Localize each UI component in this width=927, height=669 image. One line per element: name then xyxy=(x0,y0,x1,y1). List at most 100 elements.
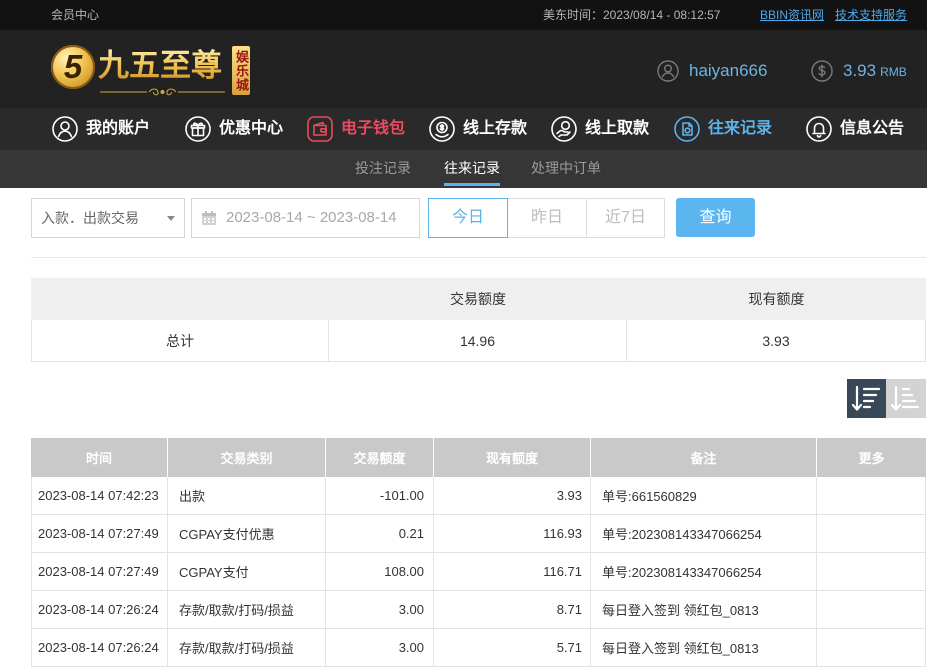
cell-remark: 单号:202308143347066254 xyxy=(591,553,817,590)
nav-item-online-deposit[interactable]: 线上存款 xyxy=(429,108,527,150)
member-center-link[interactable]: 会员中心 xyxy=(51,0,99,30)
cell-balance: 5.71 xyxy=(434,629,591,666)
period-last-7-days-button[interactable]: 近7日 xyxy=(586,198,665,238)
logo-name[interactable]: 九五至尊 xyxy=(98,47,222,85)
records-icon xyxy=(674,116,700,142)
nav-item-e-wallet[interactable]: 电子钱包 xyxy=(307,108,405,150)
summary-table: 交易额度 现有额度 总计 14.96 3.93 xyxy=(31,278,926,362)
column-header-time: 时间 xyxy=(31,438,168,477)
nav-item-transaction-records[interactable]: 往来记录 xyxy=(674,108,772,150)
user-circle-icon xyxy=(657,60,679,82)
cell-type: 存款/取款/打码/损益 xyxy=(168,591,326,628)
top-bar: 会员中心 美东时间：2023/08/14 - 08:12:57 BBIN资讯网 … xyxy=(0,0,927,30)
table-row: 2023-08-14 07:27:49 CGPAY支付 108.00 116.7… xyxy=(31,553,926,591)
summary-total-amount: 14.96 xyxy=(329,320,627,361)
main-nav: 我的账户 优惠中心 电子钱包 线上存款 线上取款 往来记录 信息公告 xyxy=(0,108,927,150)
sort-asc-icon xyxy=(890,385,920,411)
username[interactable]: haiyan666 xyxy=(689,59,767,83)
cell-time: 2023-08-14 07:26:24 xyxy=(31,629,168,666)
cell-type: CGPAY支付 xyxy=(168,553,326,590)
balance-value: 3.93 xyxy=(843,61,877,80)
table-row: 2023-08-14 07:26:24 存款/取款/打码/损益 3.00 8.7… xyxy=(31,591,926,629)
support-link[interactable]: 技术支持服务 xyxy=(835,0,907,30)
column-header-balance: 现有额度 xyxy=(434,438,591,477)
balance: 3.93 RMB xyxy=(843,59,907,84)
table-row: 2023-08-14 07:42:23 出款 -101.00 3.93 单号:6… xyxy=(31,477,926,515)
nav-item-label: 我的账户 xyxy=(86,120,151,137)
nav-item-label: 优惠中心 xyxy=(219,120,284,137)
summary-header-amount: 交易额度 xyxy=(450,291,506,307)
eastern-time: 美东时间：2023/08/14 - 08:12:57 xyxy=(543,8,721,22)
nav-item-announcements[interactable]: 信息公告 xyxy=(806,108,904,150)
cell-time: 2023-08-14 07:27:49 xyxy=(31,515,168,552)
deposit-icon xyxy=(429,116,455,142)
period-today-button[interactable]: 今日 xyxy=(428,198,508,238)
column-header-amount: 交易额度 xyxy=(326,438,434,477)
wallet-icon xyxy=(307,116,333,142)
sort-desc-icon xyxy=(851,385,881,411)
column-header-remark: 备注 xyxy=(591,438,817,477)
bell-icon xyxy=(806,116,832,142)
tab-pending-orders[interactable]: 处理中订单 xyxy=(531,150,601,188)
nav-item-my-account[interactable]: 我的账户 xyxy=(52,108,150,150)
date-range-value: 2023-08-14 ~ 2023-08-14 xyxy=(226,209,397,226)
dollar-circle-icon xyxy=(811,60,833,82)
cell-amount: 3.00 xyxy=(326,591,434,628)
summary-total-label: 总计 xyxy=(31,320,329,361)
logo-tag: 娱乐城 xyxy=(232,46,250,95)
withdraw-icon xyxy=(551,116,577,142)
cell-remark: 每日登入签到 领红包_0813 xyxy=(591,591,817,628)
page: 会员中心 美东时间：2023/08/14 - 08:12:57 BBIN资讯网 … xyxy=(0,0,927,669)
date-range-input[interactable]: 2023-08-14 ~ 2023-08-14 xyxy=(191,198,420,238)
summary-header-row: 交易额度 现有额度 xyxy=(31,278,926,320)
nav-item-label: 电子钱包 xyxy=(341,120,406,137)
nav-item-online-withdrawal[interactable]: 线上取款 xyxy=(551,108,649,150)
query-button[interactable]: 查询 xyxy=(676,198,755,237)
cell-type: CGPAY支付优惠 xyxy=(168,515,326,552)
transaction-type-select[interactable]: 入款．出款交易 xyxy=(31,198,185,238)
cell-amount: -101.00 xyxy=(326,477,434,514)
cell-amount: 3.00 xyxy=(326,629,434,666)
transaction-type-value: 入款．出款交易 xyxy=(41,210,139,226)
cell-amount: 0.21 xyxy=(326,515,434,552)
summary-total-balance: 3.93 xyxy=(627,320,926,361)
cell-balance: 116.71 xyxy=(434,553,591,590)
table-header-row: 时间 交易类别 交易额度 现有额度 备注 更多 xyxy=(31,438,926,477)
table-row: 2023-08-14 07:26:24 存款/取款/打码/损益 3.00 5.7… xyxy=(31,629,926,667)
sub-nav: 投注记录 往来记录 处理中订单 xyxy=(0,150,927,188)
logo-mark[interactable]: 5 xyxy=(51,45,95,89)
cell-remark: 每日登入签到 领红包_0813 xyxy=(591,629,817,666)
calendar-icon xyxy=(202,211,216,225)
bbin-news-link[interactable]: BBIN资讯网 xyxy=(760,0,824,30)
nav-item-label: 线上存款 xyxy=(463,120,528,137)
summary-header-balance: 现有额度 xyxy=(748,291,805,307)
cell-time: 2023-08-14 07:27:49 xyxy=(31,553,168,590)
nav-item-promotions[interactable]: 优惠中心 xyxy=(185,108,283,150)
column-header-more: 更多 xyxy=(858,451,885,466)
cell-balance: 116.93 xyxy=(434,515,591,552)
user-icon xyxy=(52,116,78,142)
summary-row: 总计 14.96 3.93 xyxy=(31,320,926,362)
cell-more xyxy=(817,629,926,666)
cell-balance: 8.71 xyxy=(434,591,591,628)
tab-transaction-records[interactable]: 往来记录 xyxy=(444,150,500,188)
balance-currency: RMB xyxy=(880,65,907,79)
nav-item-label: 往来记录 xyxy=(708,120,773,137)
cell-more xyxy=(817,591,926,628)
table-row: 2023-08-14 07:27:49 CGPAY支付优惠 0.21 116.9… xyxy=(31,515,926,553)
period-yesterday-button[interactable]: 昨日 xyxy=(507,198,587,238)
cell-balance: 3.93 xyxy=(434,477,591,514)
logo-ornament-icon xyxy=(100,88,225,96)
cell-time: 2023-08-14 07:26:24 xyxy=(31,591,168,628)
divider xyxy=(31,257,926,258)
cell-time: 2023-08-14 07:42:23 xyxy=(31,477,168,514)
tab-bet-records[interactable]: 投注记录 xyxy=(355,150,411,188)
column-header-type: 交易类别 xyxy=(168,438,326,477)
sort-desc-button[interactable] xyxy=(847,379,886,418)
chevron-down-icon xyxy=(167,216,175,221)
cell-more xyxy=(817,515,926,552)
header: 5 九五至尊 娱乐城 haiyan666 3.93 RMB xyxy=(0,30,927,108)
sort-asc-button[interactable] xyxy=(886,379,926,418)
nav-item-label: 线上取款 xyxy=(585,120,650,137)
cell-remark: 单号:661560829 xyxy=(591,477,817,514)
